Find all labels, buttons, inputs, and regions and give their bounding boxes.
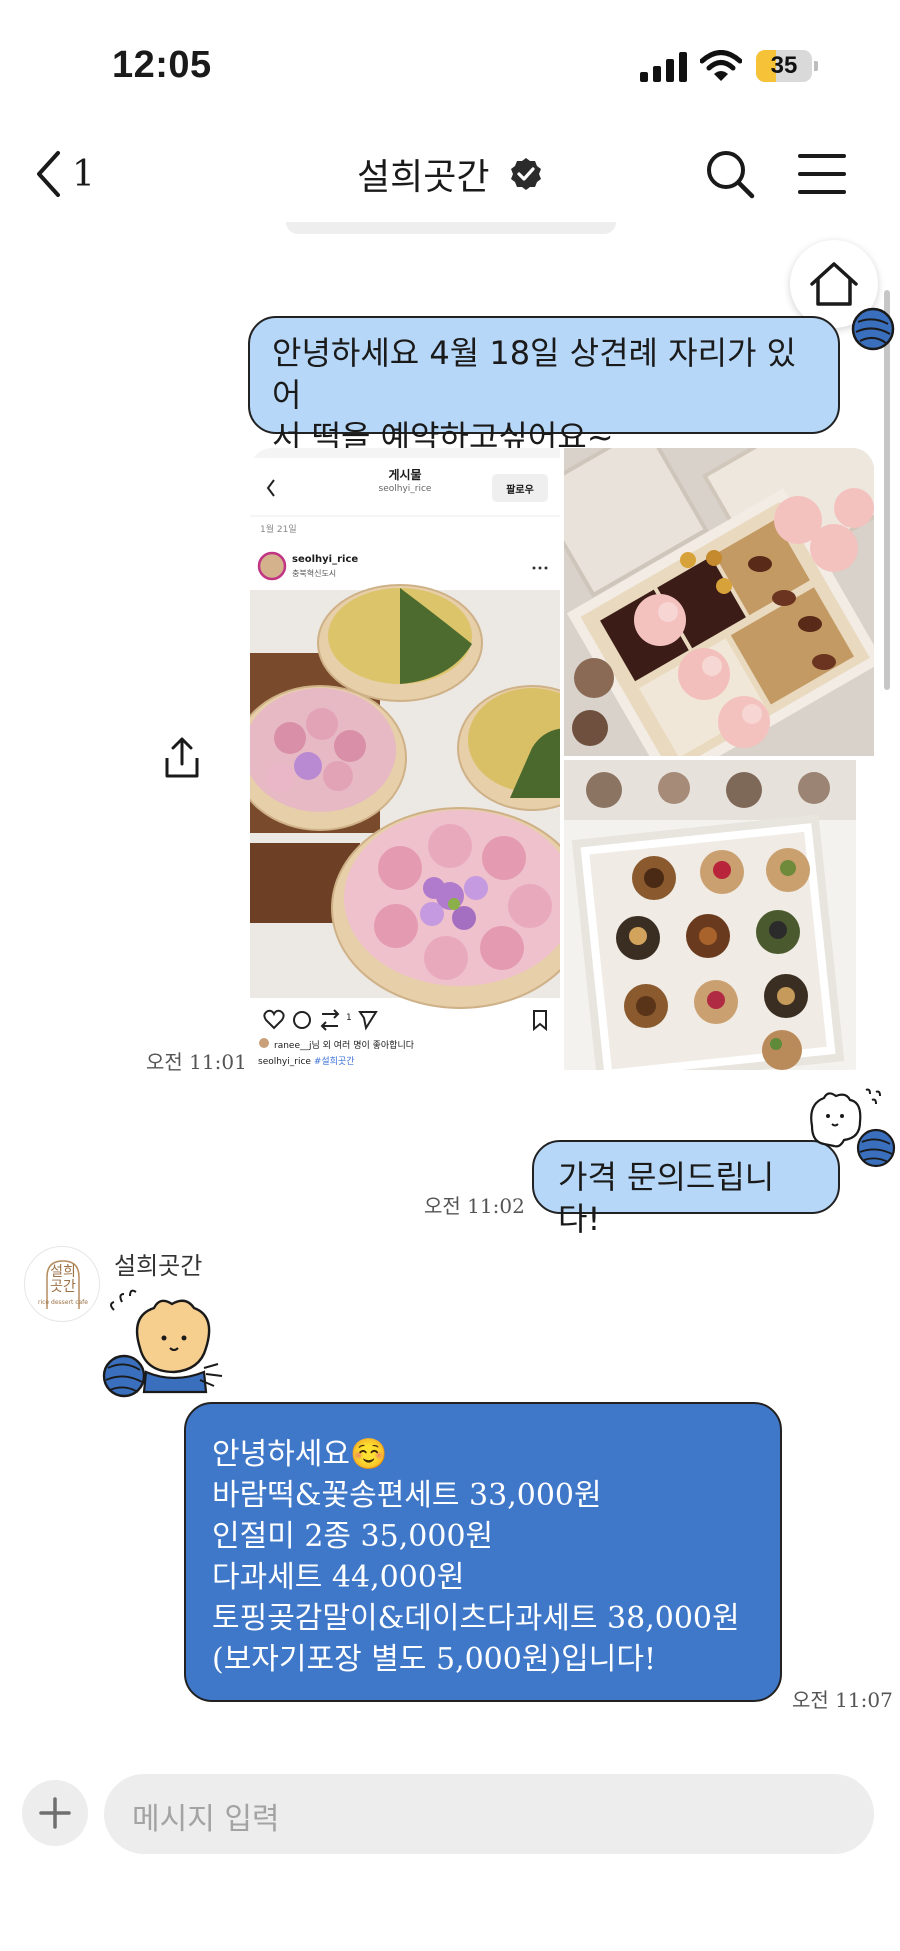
avatar-text: 설희 곳간	[25, 1265, 101, 1295]
reply-line: 바람떡&꽃송편세트 33,000원	[212, 1478, 602, 1513]
reply-line: 토핑곶감말이&데이츠다과세트 38,000원	[212, 1601, 740, 1636]
previous-message-edge	[286, 222, 616, 234]
insta-caption: seolhyi_rice #설희곳간	[258, 1054, 355, 1067]
polar-bear-sticker	[810, 1088, 896, 1168]
status-bar: 12:05 35	[0, 0, 900, 120]
message-timestamp: 오전 11:01	[146, 1050, 247, 1074]
insta-account: seolhyi_rice	[292, 554, 359, 565]
insta-caption-tag: #설희곳간	[313, 1057, 355, 1067]
signal-icon	[640, 52, 687, 82]
search-icon[interactable]	[702, 146, 758, 202]
reply-line: 다과세트 44,000원	[212, 1560, 465, 1595]
insta-location: 충북혁신도시	[292, 569, 337, 578]
sender-name: 설희곳간	[114, 1252, 203, 1280]
insta-follow-button[interactable]: 팔로우	[492, 481, 548, 496]
message-text-line: 안녕하세요 4월 18일 상견례 자리가 있어	[272, 334, 797, 414]
sender-avatar[interactable]: 설희 곳간 rice dessert cafe	[24, 1246, 100, 1322]
home-icon	[810, 262, 858, 306]
insta-likes: ranee__j님 외 여러 명이 좋아합니다	[274, 1041, 415, 1051]
message-input[interactable]: 메시지 입력	[104, 1774, 874, 1854]
share-icon[interactable]	[162, 736, 202, 780]
chat-header: 1 설희곳간	[0, 120, 900, 230]
dessert-box-photo-2[interactable]	[564, 760, 874, 1070]
message-text: 가격 문의드립니다!	[558, 1158, 775, 1238]
insta-repost-count: 1	[346, 1013, 352, 1023]
message-composer: 메시지 입력	[0, 1740, 900, 1951]
insta-post-header: 게시물	[388, 468, 422, 482]
battery-level-text: 35	[770, 52, 798, 79]
insta-date: 1월 21일	[260, 525, 297, 535]
yarn-ball-sticker	[851, 307, 895, 351]
instagram-screenshot-image[interactable]	[250, 448, 560, 1070]
reply-line: (보자기포장 별도 5,000원)입니다!	[212, 1642, 657, 1677]
message-timestamp: 오전 11:07	[792, 1688, 893, 1712]
chat-title-wrap[interactable]: 설희곳간	[0, 148, 900, 200]
hamburger-menu-icon[interactable]	[794, 150, 850, 198]
my-message-bubble[interactable]: 가격 문의드립니다!	[532, 1140, 840, 1238]
reply-line: 안녕하세요☺️	[212, 1437, 388, 1472]
wifi-icon	[700, 50, 742, 81]
photo-grid[interactable]: 게시물 seolhyi_rice 팔로우 1월 21일 seolhyi_rice…	[250, 448, 874, 1070]
insta-caption-account: seolhyi_rice	[258, 1057, 311, 1067]
battery-indicator: 35	[756, 50, 818, 82]
battery-body: 35	[756, 50, 812, 82]
battery-tip	[814, 61, 818, 71]
my-message-bubble[interactable]: 안녕하세요 4월 18일 상견례 자리가 있어 서 떡을 예약하고싶어요~	[248, 316, 840, 456]
bear-yarn-sticker	[102, 1289, 223, 1398]
reply-line: 인절미 2종 35,000원	[212, 1519, 494, 1554]
avatar-text-line: 설희	[50, 1264, 76, 1280]
message-timestamp: 오전 11:02	[424, 1194, 525, 1218]
their-message-bubble[interactable]: 안녕하세요☺️ 바람떡&꽃송편세트 33,000원 인절미 2종 35,000원…	[184, 1402, 782, 1702]
message-input-placeholder: 메시지 입력	[132, 1802, 280, 1837]
dessert-box-photo-1[interactable]	[564, 448, 874, 756]
add-attachment-button[interactable]	[22, 1780, 88, 1846]
chat-title: 설희곳간	[357, 157, 490, 198]
status-time: 12:05	[112, 44, 212, 86]
avatar-subtext: rice dessert cafe	[38, 1299, 88, 1306]
verified-badge-icon	[510, 158, 541, 190]
avatar-text-line: 곳간	[50, 1279, 76, 1295]
plus-icon	[39, 1797, 71, 1829]
